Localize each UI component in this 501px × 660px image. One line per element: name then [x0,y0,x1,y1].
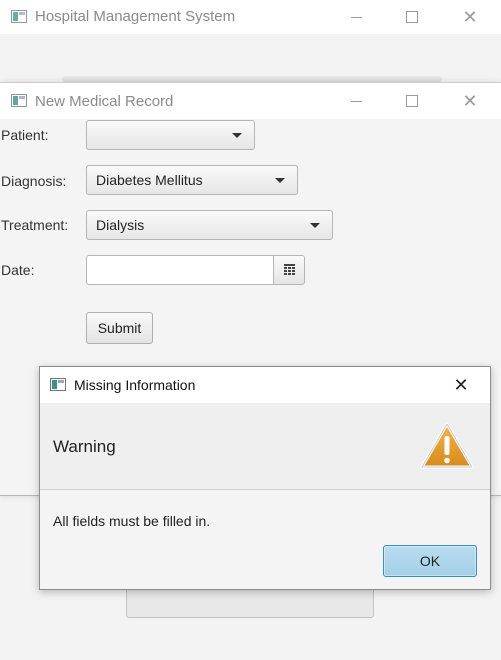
main-window-button[interactable] [126,586,374,618]
date-picker-button[interactable] [273,255,305,285]
main-minimize-button[interactable] [333,0,379,34]
treatment-label: Treatment: [1,217,69,233]
patient-label: Patient: [1,127,49,143]
chevron-down-icon [275,178,285,183]
alert-header: Warning [40,403,490,490]
record-close-button[interactable]: ✕ [447,83,493,119]
app-window-icon [50,378,66,391]
minimize-icon [350,100,362,102]
alert-titlebar: Missing Information ✕ [40,367,490,403]
treatment-value: Dialysis [96,217,145,233]
record-minimize-button[interactable] [333,83,379,119]
app-window-icon [11,94,27,107]
record-titlebar: New Medical Record ✕ [0,83,501,119]
chevron-down-icon [232,133,242,138]
record-window-title: New Medical Record [35,93,174,110]
warning-icon [420,422,474,469]
close-icon: ✕ [453,374,469,395]
diagnosis-value: Diabetes Mellitus [96,172,203,188]
diagnosis-label: Diagnosis: [1,173,67,189]
main-close-button[interactable]: ✕ [447,0,493,34]
patient-combobox[interactable] [86,120,255,150]
missing-information-dialog: Missing Information ✕ Warning All fields… [39,366,491,590]
close-icon: ✕ [462,6,478,27]
date-label: Date: [1,262,35,278]
alert-content-text: All fields must be filled in. [53,513,211,529]
submit-button[interactable]: Submit [86,312,153,344]
app-window-icon [11,10,27,23]
main-titlebar: Hospital Management System ✕ [0,0,501,34]
maximize-icon [406,95,418,107]
ok-button[interactable]: OK [383,545,477,577]
alert-close-button[interactable]: ✕ [438,367,484,403]
alert-header-text: Warning [53,437,116,456]
chevron-down-icon [310,223,320,228]
diagnosis-combobox[interactable]: Diabetes Mellitus [86,165,298,195]
minimize-icon [350,16,362,18]
calendar-icon [283,263,295,277]
treatment-combobox[interactable]: Dialysis [86,210,333,240]
record-maximize-button[interactable] [389,83,435,119]
close-icon: ✕ [462,90,478,111]
alert-title: Missing Information [74,377,196,393]
maximize-icon [406,11,418,23]
main-maximize-button[interactable] [389,0,435,34]
date-input[interactable] [86,255,274,285]
main-window-title: Hospital Management System [35,8,236,25]
